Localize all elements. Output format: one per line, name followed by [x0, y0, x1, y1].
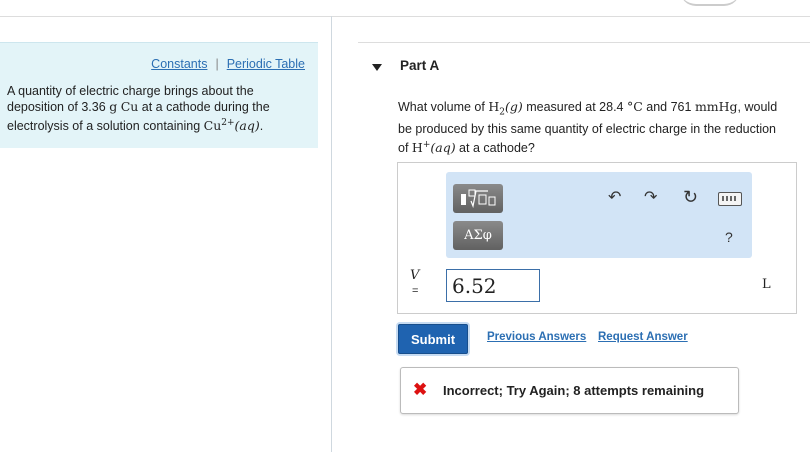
top-decoration — [680, 0, 740, 6]
problem-panel: Constants | Periodic Table A quantity of e… — [0, 42, 318, 148]
periodic-table-link[interactable]: Periodic Table — [227, 57, 305, 71]
column-divider — [331, 16, 332, 452]
problem-ion-charge: 2+ — [221, 118, 235, 128]
variable-label: V — [410, 268, 420, 283]
help-button[interactable]: ? — [725, 229, 733, 245]
question-part-5: at a cathode? — [455, 140, 535, 155]
collapse-caret-icon[interactable] — [372, 64, 382, 71]
question-gas-state: (g) — [504, 99, 523, 114]
undo-icon[interactable]: ↶ — [608, 190, 621, 206]
part-title: Part A — [400, 58, 440, 73]
part-divider — [358, 42, 810, 43]
problem-ion-state: (aq) — [234, 118, 260, 134]
previous-answers-link[interactable]: Previous Answers — [487, 331, 586, 343]
problem-period: . — [259, 119, 264, 134]
resource-links: Constants | Periodic Table — [151, 57, 305, 71]
feedback-box: ✖ Incorrect; Try Again; 8 attempts remai… — [400, 367, 739, 414]
question-part: What volume of — [398, 100, 489, 114]
question-ion-state: (aq) — [430, 139, 456, 155]
answer-unit: L — [762, 277, 771, 292]
feedback-message: Incorrect; Try Again; 8 attempts remaini… — [443, 383, 705, 398]
redo-icon[interactable]: ↷ — [644, 190, 657, 206]
request-answer-link[interactable]: Request Answer — [598, 331, 688, 343]
question-ion: H — [411, 139, 423, 155]
question-text: What volume of H2(g) measured at 28.4 °C… — [398, 99, 788, 156]
top-bar — [0, 0, 810, 17]
problem-ion: Cu — [203, 118, 222, 134]
reset-icon[interactable]: ↻ — [683, 188, 698, 206]
greek-symbols-button[interactable]: ΑΣφ — [453, 221, 503, 250]
question-part-3: and 761 — [642, 100, 695, 114]
constants-link[interactable]: Constants — [151, 57, 207, 71]
problem-statement: A quantity of electric charge brings abo… — [7, 83, 302, 134]
template-button[interactable] — [453, 184, 503, 213]
problem-unit: g — [109, 99, 118, 114]
equals-sign: = — [412, 285, 419, 297]
keyboard-icon[interactable] — [718, 192, 742, 206]
problem-element: Cu — [120, 99, 139, 114]
link-separator: | — [215, 57, 219, 71]
question-temp-unit: °C — [626, 99, 643, 114]
problem-mass: 3.36 — [81, 100, 106, 114]
submit-button[interactable]: Submit — [398, 324, 468, 354]
math-toolbar: ΑΣφ ↶ ↷ ↻ ? — [446, 172, 752, 258]
answer-input[interactable] — [446, 269, 540, 302]
question-part-2: measured at 28.4 — [522, 100, 627, 114]
question-pressure-unit: mmHg — [694, 99, 738, 114]
question-gas: H — [488, 99, 500, 114]
template-icon — [461, 189, 496, 208]
x-icon: ✖ — [413, 380, 428, 399]
